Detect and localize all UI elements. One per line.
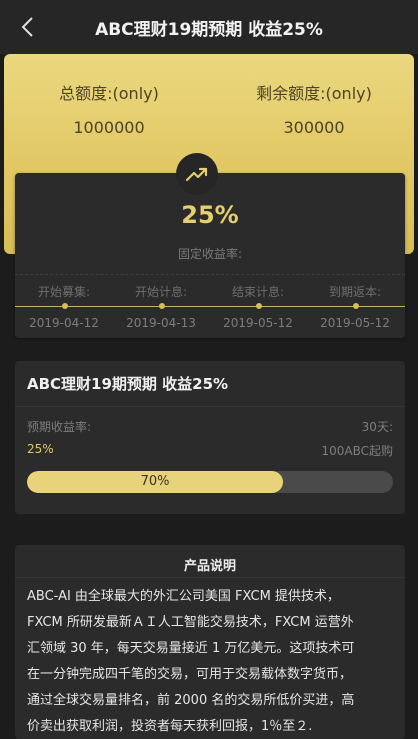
timeline-dot [159,303,165,309]
remaining-quota-value: 300000 [283,118,345,137]
chevron-left-icon [21,17,33,37]
timeline-item-start-raise: 开始募集: 2019-04-12 [19,283,109,330]
progress-bar: 70% [27,471,393,493]
timeline-dot [62,303,68,309]
timeline-date: 2019-04-12 [29,316,99,330]
divider [15,577,405,578]
description-title: 产品说明 [183,559,236,574]
total-quota: 总额度:(only) 1000000 [29,80,189,137]
progress-text: 70% [140,474,170,489]
product-row-labels: 预期收益率: 30天: [27,418,393,435]
total-quota-label: 总额度:(only) [59,84,159,103]
description-line: 汇领域 30 年，每天交易量接近 1 万亿美元。这项技术可 [27,641,355,656]
timeline-label: 到期返本: [328,285,382,299]
remaining-quota-label: 剩余额度:(only) [256,84,372,103]
product-card[interactable]: ABC理财19期预期 收益25% 预期收益率: 30天: 25% 100ABC起… [15,361,405,514]
timeline-date: 2019-04-13 [126,316,196,330]
divider [15,406,405,407]
product-description: 产品说明 ABC-AI 由全球最大的外汇公司美国 FXCM 提供技术， FXCM… [15,545,405,739]
remaining-quota: 剩余额度:(only) 300000 [234,80,394,137]
product-row-values: 25% 100ABC起购 [27,442,393,459]
back-button[interactable] [12,12,42,42]
timeline-dot [353,303,359,309]
description-line: 通过全球交易量排名，前 2000 名的交易所低价买进，高 [27,693,355,708]
duration-value: 30天: [361,420,393,434]
timeline-dot [256,303,262,309]
expected-rate-value: 25% [27,442,54,456]
fixed-rate-label: 固定收益率: [177,247,243,261]
timeline: 开始募集: 2019-04-12 开始计息: 2019-04-13 结束计息: … [15,283,405,333]
timeline-label: 结束计息: [231,285,285,299]
rate-card: 25% 固定收益率: 开始募集: 2019-04-12 开始计息: 2019-0… [15,173,405,338]
page: ABC理财19期预期 收益25% 总额度:(only) 1000000 剩余额度… [0,0,418,739]
timeline-label: 开始计息: [134,285,188,299]
min-invest-value: 100ABC起购 [321,444,393,458]
description-line: FXCM 所研发最新ＡＩ人工智能交易技术，FXCM 运营外 [27,615,354,630]
expected-rate-label: 预期收益率: [27,420,92,434]
header-bar: ABC理财19期预期 收益25% [0,0,418,54]
total-quota-value: 1000000 [73,118,145,137]
timeline-item-maturity: 到期返本: 2019-05-12 [310,283,400,330]
trending-up-icon [176,153,218,195]
description-line: ABC-AI 由全球最大的外汇公司美国 FXCM 提供技术， [27,589,340,604]
divider [15,274,405,275]
product-title: ABC理财19期预期 收益25% [27,375,229,393]
timeline-item-end-interest: 结束计息: 2019-05-12 [213,283,303,330]
timeline-date: 2019-05-12 [320,316,390,330]
description-line: 价卖出获取利润，投资者每天获利回报，1％至２. [27,719,313,734]
timeline-item-start-interest: 开始计息: 2019-04-13 [116,283,206,330]
fixed-rate-value: 25% [181,201,239,229]
timeline-label: 开始募集: [37,285,91,299]
page-title: ABC理财19期预期 收益25% [95,19,323,40]
timeline-date: 2019-05-12 [223,316,293,330]
description-line: 在一分钟完成四千笔的交易，可用于交易载体数字货币， [27,667,353,682]
